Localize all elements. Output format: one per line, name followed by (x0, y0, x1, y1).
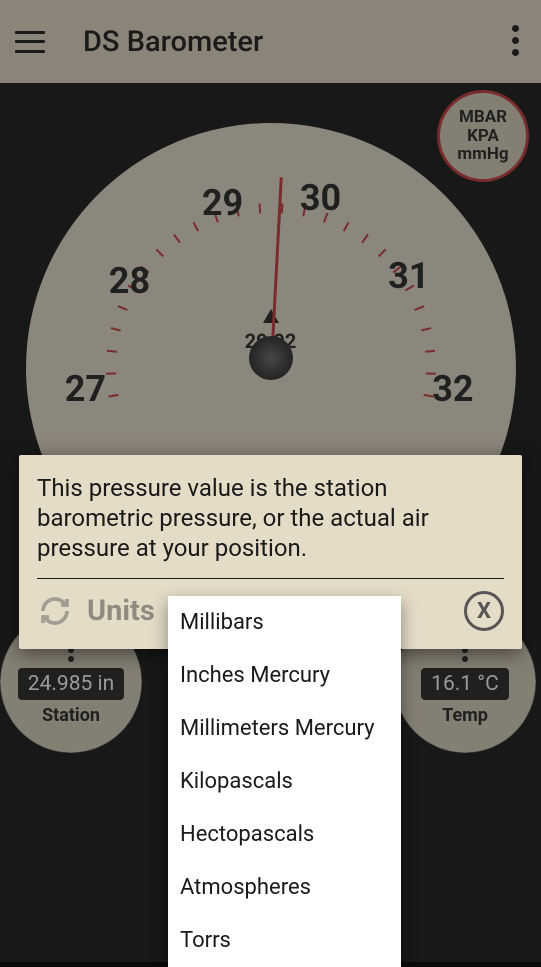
units-label: Units (87, 594, 155, 628)
dropdown-item-torrs[interactable]: Torrs (168, 914, 401, 967)
units-selector[interactable]: Units (37, 593, 155, 629)
menu-icon[interactable] (15, 31, 45, 53)
dropdown-item-atmospheres[interactable]: Atmospheres (168, 861, 401, 914)
main-content: MBAR KPA mmHg 27 28 29 30 31 32 29.92 24… (0, 83, 541, 962)
dropdown-item-millimeters-mercury[interactable]: Millimeters Mercury (168, 702, 401, 755)
dropdown-item-hectopascals[interactable]: Hectopascals (168, 808, 401, 861)
close-icon: X (477, 599, 491, 624)
app-header: DS Barometer (0, 0, 541, 83)
dropdown-item-kilopascals[interactable]: Kilopascals (168, 755, 401, 808)
dropdown-item-millibars[interactable]: Millibars (168, 596, 401, 649)
units-dropdown: Millibars Inches Mercury Millimeters Mer… (168, 596, 401, 967)
close-button[interactable]: X (464, 591, 504, 631)
dropdown-item-inches-mercury[interactable]: Inches Mercury (168, 649, 401, 702)
overflow-menu-icon[interactable] (512, 25, 519, 56)
dialog-message: This pressure value is the station barom… (37, 473, 504, 563)
refresh-icon (37, 593, 73, 629)
divider (37, 578, 504, 579)
app-title: DS Barometer (83, 25, 263, 59)
